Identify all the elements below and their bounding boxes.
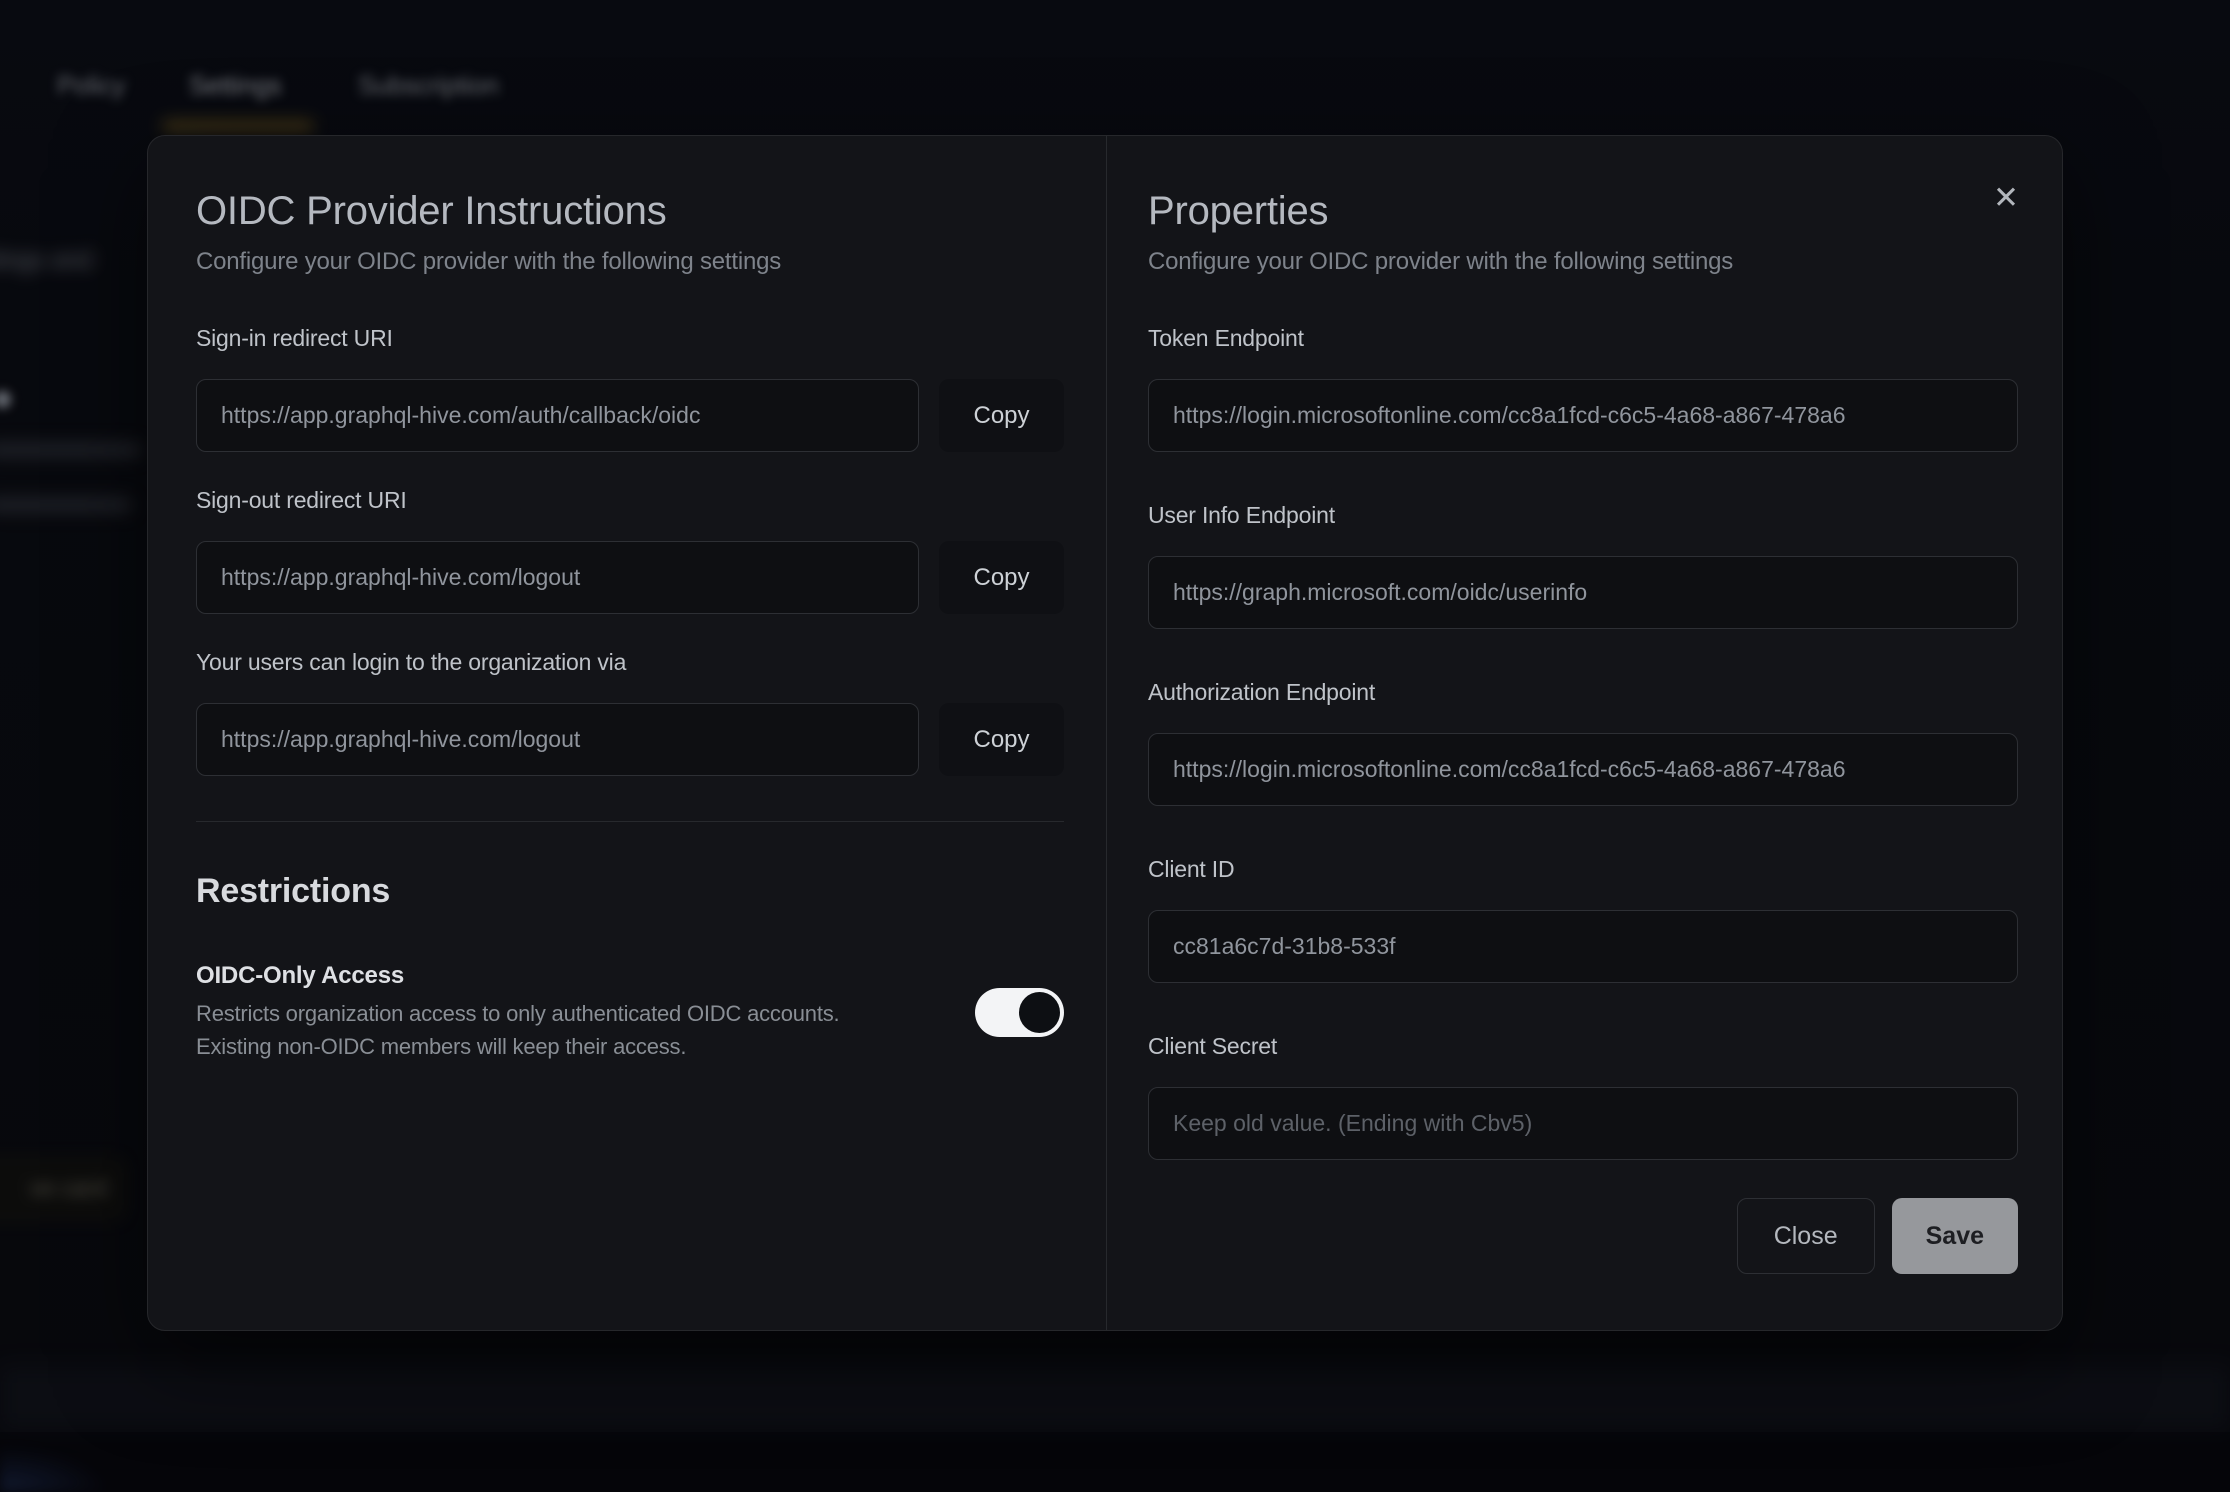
field-group: Token Endpoint	[1148, 323, 2018, 452]
client-id-input[interactable]	[1148, 910, 2018, 983]
user-info-endpoint-label: User Info Endpoint	[1148, 500, 2018, 530]
field-group: Authorization Endpoint	[1148, 677, 2018, 806]
oidc-only-access-text: OIDC-Only Access Restricts organization …	[196, 961, 839, 1063]
oidc-only-access-row: OIDC-Only Access Restricts organization …	[196, 961, 1064, 1063]
token-endpoint-label: Token Endpoint	[1148, 323, 2018, 353]
properties-pane: Properties Configure your OIDC provider …	[1107, 136, 2062, 1330]
field-group: Sign-out redirect URI Copy	[196, 485, 1064, 614]
authorization-endpoint-label: Authorization Endpoint	[1148, 677, 2018, 707]
field-group: Sign-in redirect URI Copy	[196, 323, 1064, 452]
save-button[interactable]: Save	[1892, 1198, 2018, 1274]
close-button[interactable]: Close	[1737, 1198, 1875, 1274]
sign-in-redirect-uri-label: Sign-in redirect URI	[196, 323, 1064, 353]
authorization-endpoint-input[interactable]	[1148, 733, 2018, 806]
sign-out-redirect-uri-input[interactable]	[196, 541, 919, 614]
client-secret-label: Client Secret	[1148, 1031, 2018, 1061]
instructions-subtitle: Configure your OIDC provider with the fo…	[196, 247, 1064, 277]
oidc-only-access-description: Restricts organization access to only au…	[196, 997, 839, 1063]
restrictions-title: Restrictions	[196, 871, 1064, 911]
instructions-pane: OIDC Provider Instructions Configure you…	[148, 136, 1107, 1330]
field-group: Client Secret	[1148, 1031, 2018, 1160]
section-divider	[196, 821, 1064, 822]
instructions-title: OIDC Provider Instructions	[196, 187, 1064, 235]
properties-title: Properties	[1148, 187, 2018, 235]
toggle-knob	[1019, 992, 1060, 1033]
sign-out-redirect-uri-label: Sign-out redirect URI	[196, 485, 1064, 515]
field-group: Client ID	[1148, 854, 2018, 983]
copy-button[interactable]: Copy	[939, 541, 1064, 614]
description-line: Restricts organization access to only au…	[196, 1001, 839, 1026]
org-login-uri-input[interactable]	[196, 703, 919, 776]
token-endpoint-input[interactable]	[1148, 379, 2018, 452]
properties-subtitle: Configure your OIDC provider with the fo…	[1148, 247, 2018, 277]
oidc-only-toggle[interactable]	[975, 988, 1064, 1037]
page: Policy Settings Subscription ttings and …	[0, 0, 2230, 1492]
oidc-settings-dialog: ✕ OIDC Provider Instructions Configure y…	[147, 135, 2063, 1331]
user-info-endpoint-input[interactable]	[1148, 556, 2018, 629]
copy-button[interactable]: Copy	[939, 379, 1064, 452]
field-group: Your users can login to the organization…	[196, 647, 1064, 776]
client-id-label: Client ID	[1148, 854, 2018, 884]
copy-button[interactable]: Copy	[939, 703, 1064, 776]
org-login-uri-label: Your users can login to the organization…	[196, 647, 1064, 677]
client-secret-input[interactable]	[1148, 1087, 2018, 1160]
oidc-only-access-label: OIDC-Only Access	[196, 961, 839, 991]
description-line: Existing non-OIDC members will keep thei…	[196, 1034, 686, 1059]
field-group: User Info Endpoint	[1148, 500, 2018, 629]
sign-in-redirect-uri-input[interactable]	[196, 379, 919, 452]
dialog-footer: Close Save	[1148, 1198, 2018, 1274]
